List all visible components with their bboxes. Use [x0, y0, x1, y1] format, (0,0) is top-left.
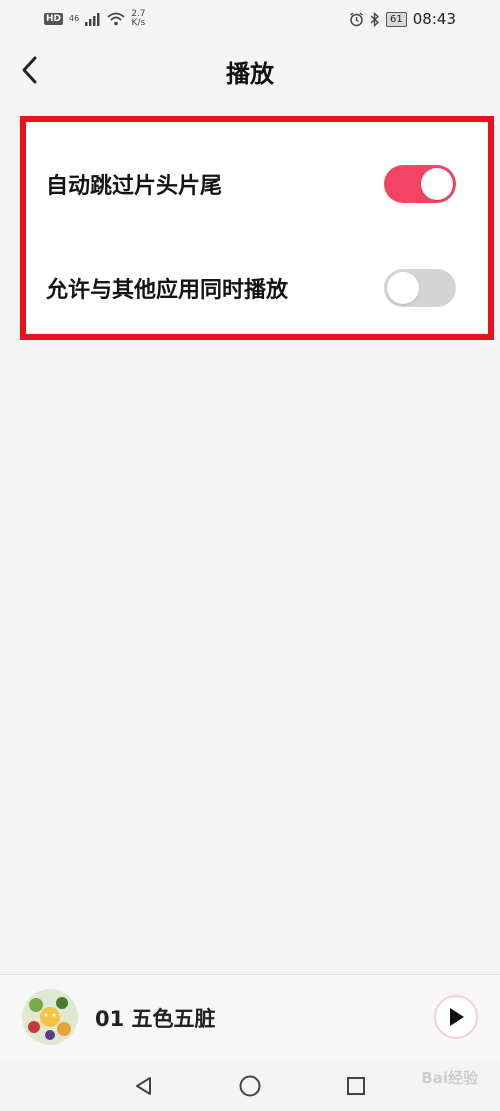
square-recents-icon	[347, 1077, 365, 1095]
network-type: 46	[69, 14, 80, 23]
track-title[interactable]: 01 五色五脏	[95, 1003, 216, 1033]
watermark: Bai经验	[421, 1069, 478, 1087]
clock: 08:43	[412, 10, 456, 28]
play-icon	[450, 1008, 464, 1026]
network-speed: 2.7 K/s	[131, 10, 145, 28]
screen: HD 46 2.7 K/s 61 08:43 播放 自动跳过片头片尾 允许与其他…	[0, 0, 500, 1111]
concurrent-playback-toggle[interactable]	[384, 269, 456, 307]
signal-icon	[85, 12, 100, 26]
speed-unit: K/s	[131, 18, 146, 28]
setting-label: 自动跳过片头片尾	[46, 174, 223, 199]
battery-icon: 61	[386, 11, 407, 27]
nav-back-button[interactable]	[126, 1068, 162, 1104]
mini-player[interactable]: 01 五色五脏	[0, 974, 500, 1058]
status-right: 61 08:43	[349, 10, 456, 28]
nav-home-button[interactable]	[232, 1068, 268, 1104]
triangle-back-icon	[136, 1077, 151, 1095]
bluetooth-icon	[370, 11, 380, 27]
status-bar: HD 46 2.7 K/s 61 08:43	[0, 0, 500, 38]
hd-badge: HD	[44, 13, 64, 25]
circle-home-icon	[239, 1075, 261, 1097]
album-art[interactable]	[22, 989, 78, 1045]
alarm-icon	[350, 11, 363, 26]
play-button[interactable]	[434, 995, 478, 1039]
page-title: 播放	[226, 60, 274, 88]
status-left: HD 46 2.7 K/s	[44, 10, 146, 28]
setting-allow-concurrent-playback: 允许与其他应用同时播放	[26, 238, 488, 338]
wifi-icon	[107, 12, 125, 26]
header: 播放	[0, 38, 500, 102]
album-art-image	[22, 989, 78, 1045]
toggle-knob	[421, 168, 453, 200]
setting-label: 允许与其他应用同时播放	[46, 278, 289, 303]
skip-intro-outro-toggle[interactable]	[384, 165, 456, 203]
setting-skip-intro-outro: 自动跳过片头片尾	[26, 134, 488, 234]
settings-card: 自动跳过片头片尾 允许与其他应用同时播放	[20, 116, 494, 340]
nav-recents-button[interactable]	[338, 1068, 374, 1104]
toggle-knob	[387, 272, 419, 304]
